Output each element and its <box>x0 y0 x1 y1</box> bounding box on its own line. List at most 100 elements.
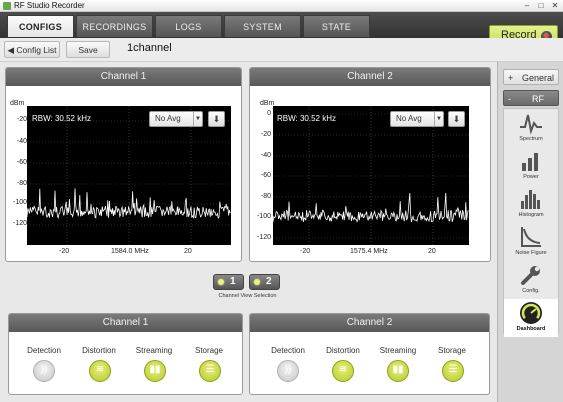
config-list-button[interactable]: ◀ Config List <box>4 41 60 58</box>
channel-1-view-button[interactable]: 1 <box>213 274 244 290</box>
config-toolbar: ◀ Config List Save 1channel <box>0 38 563 62</box>
sidebar-item-noise-figure[interactable]: Noise Figure <box>504 223 558 261</box>
y-tick: -120 <box>12 220 27 227</box>
channel-2-title: Channel 2 <box>250 68 490 86</box>
detection-status-icon: )) <box>277 360 299 382</box>
sidebar-item-label: Config. <box>522 288 540 294</box>
app-icon <box>3 2 11 10</box>
save-button[interactable]: Save <box>66 41 110 58</box>
channel-1-status-panel: Channel 1 Detection )) Distortion ≋ Stre… <box>8 313 243 395</box>
spectrum-icon <box>520 114 542 135</box>
channel-2-averaging-select[interactable]: No Avg ▼ <box>390 111 444 127</box>
sidebar-item-spectrum[interactable]: Spectrum <box>504 109 558 147</box>
x-tick-center: 1584.0 MHz <box>111 248 149 255</box>
y-tick: -100 <box>12 199 27 206</box>
chevron-down-icon: ▼ <box>434 112 443 126</box>
window-titlebar: RF Studio Recorder – □ ✕ <box>0 0 563 12</box>
x-tick: 20 <box>428 248 436 255</box>
channel-1-averaging-select[interactable]: No Avg ▼ <box>149 111 203 127</box>
x-tick: 20 <box>184 248 192 255</box>
tab-logs[interactable]: LOGS <box>155 15 222 37</box>
tab-system[interactable]: SYSTEM <box>224 15 301 37</box>
maximize-button[interactable]: □ <box>535 1 547 10</box>
general-label: General <box>521 73 555 83</box>
config-name: 1channel <box>127 42 172 54</box>
x-tick: -20 <box>300 248 311 255</box>
sidebar-item-label: Dashboard <box>516 326 546 332</box>
channel-2-spectrum-plot[interactable]: RBW: 30.52 kHz No Avg ▼ ⬇ <box>272 106 469 245</box>
storage-status-icon: ☰ <box>442 360 464 382</box>
y-tick: -40 <box>260 152 271 159</box>
chevron-down-icon: ▼ <box>193 112 202 126</box>
distortion-label: Distortion <box>326 346 360 355</box>
storage-label: Storage <box>437 346 467 355</box>
tab-recordings[interactable]: RECORDINGS <box>76 15 153 37</box>
channel-number: 2 <box>266 276 272 287</box>
y-tick: -60 <box>16 159 27 166</box>
streaming-status-icon: ▮▮ <box>387 360 409 382</box>
distortion-status-icon: ≋ <box>89 360 111 382</box>
channel-2-rbw: RBW: 30.52 kHz <box>277 114 336 123</box>
storage-label: Storage <box>194 346 224 355</box>
sidebar-item-label: Power <box>523 174 539 180</box>
led-indicator-icon <box>218 279 224 285</box>
detection-label: Detection <box>271 346 305 355</box>
status-panel-title: Channel 1 <box>9 314 242 332</box>
y-tick: -20 <box>260 131 271 138</box>
storage-status-icon: ☰ <box>199 360 221 382</box>
dashboard-gauge-icon <box>520 302 542 324</box>
main-tab-bar: CONFIGS RECORDINGS LOGS SYSTEM STATE Rec… <box>0 12 563 47</box>
channel-view-selection-caption: Channel View Selection <box>218 293 277 299</box>
tab-state[interactable]: STATE <box>303 15 370 37</box>
sidebar-item-label: Spectrum <box>519 136 543 142</box>
channel-number: 1 <box>230 276 236 287</box>
collapse-minus-icon: - <box>508 94 511 104</box>
status-panel-title: Channel 2 <box>250 314 489 332</box>
sidebar-item-power[interactable]: Power <box>504 147 558 185</box>
y-tick: -80 <box>16 180 27 187</box>
rf-section-button[interactable]: - RF <box>503 90 559 106</box>
rf-label: RF <box>532 94 544 104</box>
general-section-button[interactable]: + General <box>503 69 559 85</box>
channel-2-status-panel: Channel 2 Detection )) Distortion ≋ Stre… <box>249 313 490 395</box>
y-tick: -100 <box>256 213 271 220</box>
channel-1-spectrum-panel: Channel 1 dBm -20 -40 -60 -80 -100 -120 … <box>5 67 242 262</box>
channel-1-trace <box>26 188 231 220</box>
config-list-label: Config List <box>16 45 57 55</box>
minimize-button[interactable]: – <box>521 1 533 10</box>
sidebar-item-label: Noise Figure <box>515 250 547 256</box>
y-tick: -20 <box>16 116 27 123</box>
led-indicator-icon <box>254 279 260 285</box>
histogram-icon <box>521 190 540 209</box>
close-button[interactable]: ✕ <box>549 1 561 10</box>
window-controls: – □ ✕ <box>521 1 561 10</box>
y-tick: -80 <box>260 193 271 200</box>
wrench-icon <box>521 266 540 285</box>
channel-2-download-button[interactable]: ⬇ <box>448 111 465 127</box>
sidebar-item-dashboard[interactable]: Dashboard <box>504 299 558 337</box>
sidebar-item-config[interactable]: Config. <box>504 261 558 299</box>
expand-plus-icon: + <box>508 73 514 83</box>
channel-1-spectrum-plot[interactable]: RBW: 30.52 kHz No Avg ▼ ⬇ <box>26 106 231 245</box>
avg-value: No Avg <box>155 114 181 123</box>
x-tick-center: 1575.4 MHz <box>350 248 388 255</box>
x-tick: -20 <box>59 248 70 255</box>
streaming-label: Streaming <box>135 346 173 355</box>
y-tick: -40 <box>16 138 27 145</box>
download-icon: ⬇ <box>212 114 221 124</box>
streaming-status-icon: ▮▮ <box>144 360 166 382</box>
tab-configs[interactable]: CONFIGS <box>7 15 74 37</box>
y-tick: 0 <box>267 110 271 117</box>
avg-value: No Avg <box>396 114 422 123</box>
distortion-status-icon: ≋ <box>332 360 354 382</box>
channel-1-download-button[interactable]: ⬇ <box>208 111 225 127</box>
app-title: RF Studio Recorder <box>14 1 85 10</box>
channel-2-view-button[interactable]: 2 <box>249 274 280 290</box>
distortion-label: Distortion <box>82 346 116 355</box>
detection-status-icon: )) <box>33 360 55 382</box>
channel-2-spectrum-panel: Channel 2 dBm 0 -20 -40 -60 -80 -100 -12… <box>249 67 491 262</box>
y-tick: -60 <box>260 172 271 179</box>
right-sidebar: + General - RF Spectrum Power Histogram … <box>497 62 563 402</box>
sidebar-item-histogram[interactable]: Histogram <box>504 185 558 223</box>
rf-menu: Spectrum Power Histogram Noise Figure Co… <box>503 108 559 337</box>
